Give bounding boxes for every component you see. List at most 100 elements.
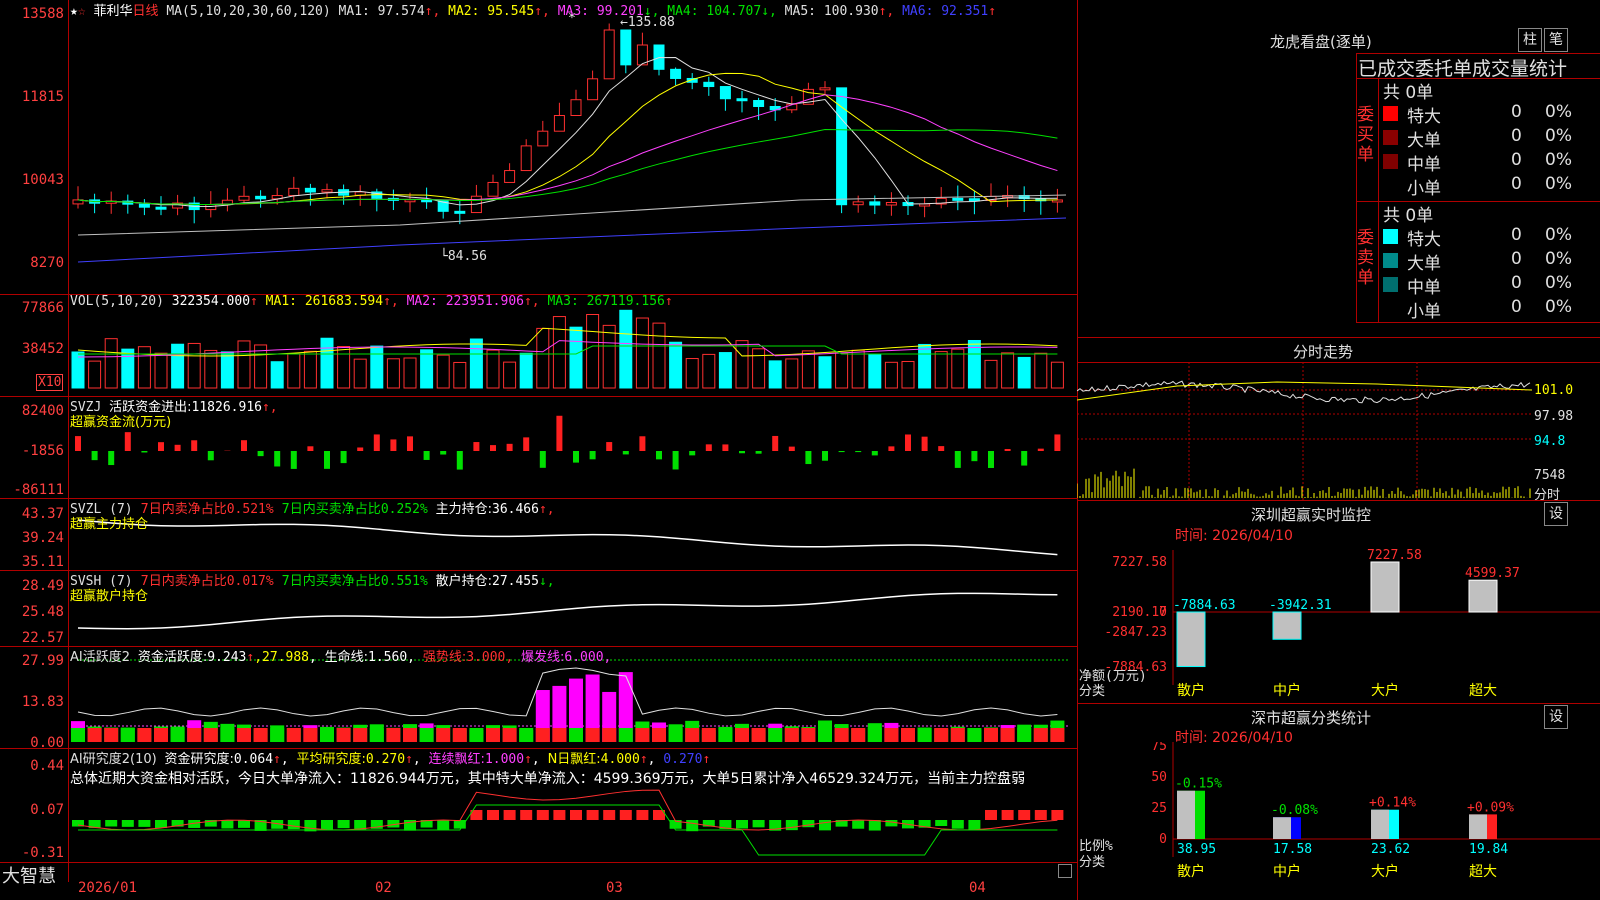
volume-bar bbox=[835, 352, 849, 389]
volume-bar bbox=[918, 343, 932, 389]
research-bar bbox=[1018, 810, 1031, 820]
date-tick: 03 bbox=[606, 880, 623, 896]
svsh-t1: 7日内卖净占比 bbox=[140, 574, 227, 589]
class-value-label: 17.58 bbox=[1273, 842, 1312, 857]
candle-body bbox=[603, 29, 615, 80]
order-row: 特大 0 0% bbox=[1383, 102, 1600, 127]
sz-monitor-settings-button[interactable]: 设 bbox=[1544, 502, 1568, 526]
ai2-summary: 总体近期大资金相对活跃，今日大单净流入：11826.944万元，其中特大单净流入… bbox=[70, 771, 1026, 787]
intraday-chart[interactable] bbox=[1077, 362, 1600, 500]
ai2-t2: 平均研究度: bbox=[296, 752, 366, 767]
activity-base-bar bbox=[519, 728, 534, 742]
volume-bar bbox=[386, 358, 400, 389]
fund-flow-bar bbox=[191, 440, 198, 451]
class-value-label: 19.84 bbox=[1469, 842, 1508, 857]
volume-bar bbox=[801, 350, 815, 389]
candle-body bbox=[587, 78, 599, 101]
header-item: MA1: 97.574↑, bbox=[338, 4, 441, 19]
svzl-t3: 主力持仓: bbox=[435, 502, 492, 517]
fund-flow-bar bbox=[921, 436, 928, 451]
class-value-label: 38.95 bbox=[1177, 842, 1216, 857]
candle-body bbox=[719, 86, 731, 100]
class-xlabel: 分类 bbox=[1079, 855, 1105, 870]
ai1-axis-label: 0.00 bbox=[30, 735, 64, 751]
vol-axis-label: 38452 bbox=[21, 341, 64, 357]
volume-bar bbox=[237, 340, 251, 389]
divider bbox=[1077, 500, 1600, 501]
bar-view-button[interactable]: 柱 bbox=[1518, 28, 1542, 52]
order-type: 小单 bbox=[1407, 302, 1441, 322]
sz-class-title: 深市超赢分类统计 bbox=[1251, 709, 1372, 727]
volume-bar bbox=[818, 356, 832, 389]
fund-flow-bar bbox=[423, 451, 430, 460]
activity-base-bar bbox=[901, 728, 915, 742]
activity-base-bar bbox=[834, 728, 849, 742]
activity-base-bar bbox=[784, 728, 799, 742]
research-bar bbox=[985, 810, 997, 820]
volume-bar bbox=[137, 346, 151, 389]
research-bar bbox=[238, 820, 250, 828]
fund-flow-bar bbox=[108, 451, 115, 466]
legend-swatch bbox=[1383, 277, 1398, 292]
vol-value: 322354.000 bbox=[171, 294, 251, 309]
activity-base-bar bbox=[552, 728, 567, 742]
fund-flow-bar bbox=[506, 443, 513, 451]
tick-view-button[interactable]: 笔 bbox=[1544, 28, 1568, 52]
class-category: 散户 bbox=[1177, 863, 1205, 880]
volume-bar bbox=[337, 346, 351, 389]
period-label[interactable]: 日线 bbox=[133, 4, 159, 19]
monitor-bar bbox=[1468, 579, 1498, 613]
research-bar bbox=[885, 820, 898, 827]
fund-flow-bar bbox=[174, 444, 181, 451]
ma5-line bbox=[77, 57, 1058, 207]
class-axis-label: 25 bbox=[1151, 801, 1167, 816]
volume-bar bbox=[320, 337, 334, 389]
legend-swatch bbox=[1383, 229, 1398, 244]
lock-icon[interactable] bbox=[1058, 864, 1072, 878]
research-bar bbox=[536, 810, 549, 820]
sz-class-settings-button[interactable]: 设 bbox=[1544, 705, 1568, 729]
candle-body bbox=[138, 203, 150, 208]
activity-base-bar bbox=[718, 728, 733, 742]
volume-bar bbox=[420, 349, 434, 389]
activity-base-bar bbox=[950, 728, 965, 742]
activity-base-bar bbox=[1033, 728, 1048, 742]
volume-bar bbox=[586, 314, 600, 389]
fund-flow-bar bbox=[639, 436, 646, 451]
ai2-header: AI研究度2(10) 资金研究度:0.064↑, 平均研究度:0.270↑, 连… bbox=[70, 752, 711, 767]
activity-base-bar bbox=[1017, 728, 1032, 742]
favorite-star-icon[interactable]: ★ bbox=[70, 4, 78, 19]
activity-base-bar bbox=[569, 728, 583, 742]
volume-bar bbox=[303, 350, 317, 389]
ai2-axis-label: 0.07 bbox=[30, 802, 64, 818]
monitor-category: 大户 bbox=[1371, 682, 1399, 699]
fund-flow-bar bbox=[390, 439, 397, 451]
fund-flow-bar bbox=[207, 451, 214, 461]
activity-base-bar bbox=[668, 728, 683, 742]
activity-base-bar bbox=[270, 728, 285, 742]
volume-bar bbox=[519, 352, 533, 389]
monitor-bar-label: 4599.37 bbox=[1465, 566, 1520, 581]
header-item: MA3: 267119.156↑ bbox=[539, 294, 673, 309]
volume-bar bbox=[436, 354, 450, 389]
activity-base-bar bbox=[203, 728, 218, 742]
fund-flow-bar bbox=[274, 451, 281, 467]
activity-base-bar bbox=[469, 728, 484, 742]
class-axis-label: 0 bbox=[1159, 832, 1167, 847]
vol-label: VOL(5,10,20) bbox=[70, 294, 164, 309]
fund-flow-bar bbox=[124, 432, 131, 451]
fund-flow-bar bbox=[373, 434, 380, 451]
volume-bar bbox=[934, 351, 948, 389]
fund-flow-bar bbox=[606, 442, 613, 451]
candle-body bbox=[852, 201, 864, 206]
date-tick: 04 bbox=[969, 880, 986, 896]
svsh-v1: 0.017% bbox=[226, 574, 274, 589]
vol-header: VOL(5,10,20) 322354.000↑ MA1: 261683.594… bbox=[70, 294, 673, 309]
candle-body bbox=[736, 98, 748, 102]
volume-bar bbox=[453, 361, 467, 389]
sell-total: 共 0单 bbox=[1383, 206, 1434, 226]
activity-base-bar bbox=[286, 728, 301, 742]
research-bar bbox=[752, 820, 765, 828]
order-pct: 0% bbox=[1545, 297, 1572, 317]
activity-base-bar bbox=[818, 728, 832, 742]
